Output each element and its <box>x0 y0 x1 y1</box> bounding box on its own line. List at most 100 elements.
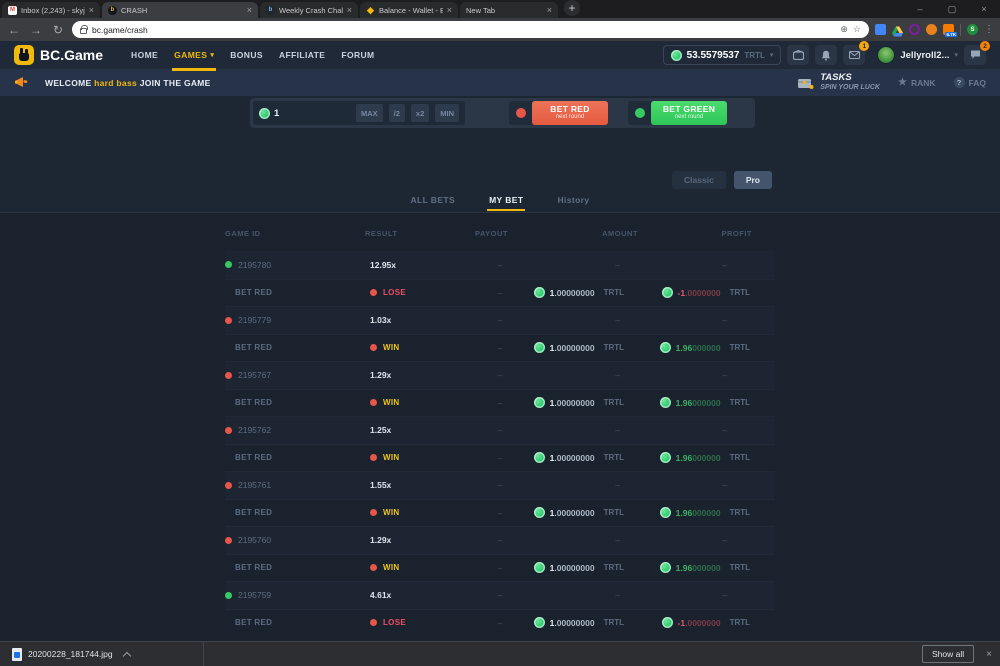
game-id: 2195761 <box>238 480 271 490</box>
extension-blue-icon[interactable] <box>875 24 886 35</box>
bets-tabs: ALL BETS MY BET History <box>0 190 1000 212</box>
tab-close-icon[interactable]: × <box>89 5 94 15</box>
nav-item-bonus[interactable]: BONUS <box>230 41 263 69</box>
bcgame-page: BC.Game HOME GAMES ▾ BONUS AFFILIATE FOR… <box>0 41 1000 641</box>
show-all-button[interactable]: Show all <box>922 645 974 663</box>
bcgame-logo-icon <box>14 45 34 65</box>
table-row-bet[interactable]: BET RED WIN – 1.00000000 TRTL 1.96000000… <box>225 334 775 362</box>
bcgame-logo[interactable]: BC.Game <box>14 45 103 65</box>
max-button[interactable]: MAX <box>356 104 383 122</box>
table-row-bet[interactable]: BET RED WIN – 1.00000000 TRTL 1.96000000… <box>225 554 775 582</box>
rank-link[interactable]: ★ RANK <box>898 77 936 88</box>
bookmark-star-icon[interactable]: ☆ <box>853 24 861 35</box>
extension-purple-icon[interactable] <box>909 24 920 35</box>
metamask-fox-icon[interactable] <box>926 24 937 35</box>
table-row-bet[interactable]: BET RED LOSE – 1.00000000 TRTL -1.000000… <box>225 279 775 307</box>
messages-button[interactable]: 1 <box>843 45 865 65</box>
table-row-game[interactable]: 2195760 1.29x – – – <box>225 526 775 554</box>
browser-tab-bar: M Inbox (2,243) - skyjones84@gma × b CRA… <box>0 0 1000 18</box>
browser-tab-crash[interactable]: b CRASH × <box>102 2 258 18</box>
tasks-link[interactable]: TASKS SPIN YOUR LUCK <box>796 73 880 92</box>
close-window-button[interactable]: × <box>968 0 1000 18</box>
double-button[interactable]: x2 <box>411 104 429 122</box>
table-row-game[interactable]: 2195761 1.55x – – – <box>225 471 775 499</box>
faq-link[interactable]: ? FAQ <box>954 77 986 88</box>
table-row-bet[interactable]: BET RED WIN – 1.00000000 TRTL 1.96000000… <box>225 444 775 472</box>
back-button[interactable]: ← <box>6 24 22 36</box>
tab-close-icon[interactable]: × <box>547 5 552 15</box>
browser-menu-icon[interactable]: ⋮ <box>984 24 994 35</box>
minimize-button[interactable]: – <box>904 0 936 18</box>
profit-empty: – <box>640 260 775 270</box>
table-row-bet[interactable]: BET RED WIN – 1.00000000 TRTL 1.96000000… <box>225 389 775 417</box>
green-dot-icon <box>635 108 645 118</box>
tab-history[interactable]: History <box>557 195 589 212</box>
game-result-dot-icon <box>225 537 232 544</box>
table-row-game[interactable]: 2195762 1.25x – – – <box>225 416 775 444</box>
amount-empty: – <box>530 480 640 490</box>
tab-close-icon[interactable]: × <box>447 5 452 15</box>
crash-multiplier: 1.29x <box>370 370 391 380</box>
currency-label: TRTL <box>730 618 750 627</box>
reload-button[interactable]: ↻ <box>50 24 66 36</box>
classic-mode-button[interactable]: Classic <box>672 171 726 189</box>
table-row-game[interactable]: 2195779 1.03x – – – <box>225 306 775 334</box>
nav-item-games[interactable]: GAMES ▾ <box>174 41 214 69</box>
address-bar[interactable]: bc.game/crash ⊕ ☆ <box>72 21 869 38</box>
my-bets-table: GAME ID RESULT PAYOUT AMOUNT PROFIT 2195… <box>225 213 775 641</box>
table-row-game[interactable]: 2195767 1.29x – – – <box>225 361 775 389</box>
trtl-coin-icon <box>660 507 671 518</box>
tab-close-icon[interactable]: × <box>347 5 352 15</box>
payout-empty: – <box>470 480 530 490</box>
col-amount: AMOUNT <box>530 229 640 251</box>
trtl-coin-icon <box>660 452 671 463</box>
half-button[interactable]: /2 <box>389 104 405 122</box>
bet-amount-input[interactable]: 1 <box>274 108 350 119</box>
tab-my-bet[interactable]: MY BET <box>489 195 523 212</box>
chat-button[interactable]: 2 <box>964 45 986 65</box>
nav-item-affiliate[interactable]: AFFILIATE <box>279 41 325 69</box>
page-info-icon[interactable]: ⊕ <box>840 24 848 35</box>
table-row-game[interactable]: 2195780 12.95x – – – <box>225 251 775 279</box>
bet-outcome: WIN <box>383 453 399 462</box>
site-header: BC.Game HOME GAMES ▾ BONUS AFFILIATE FOR… <box>0 41 1000 69</box>
table-row-bet[interactable]: BET RED WIN – 1.00000000 TRTL 1.96000000… <box>225 499 775 527</box>
bet-color-dot-icon <box>370 344 377 351</box>
table-row-game[interactable]: 2195759 4.61x – – – <box>225 581 775 609</box>
min-button[interactable]: MIN <box>435 104 459 122</box>
maximize-button[interactable]: ▢ <box>936 0 968 18</box>
trtl-coin-icon <box>662 617 673 628</box>
user-menu[interactable]: Jellyroll2... ▾ <box>877 46 958 64</box>
forward-button[interactable]: → <box>28 24 44 36</box>
pro-mode-button[interactable]: Pro <box>734 171 772 189</box>
currency-label: TRTL <box>730 453 750 462</box>
chevron-up-icon[interactable] <box>123 650 131 658</box>
extension-s-icon[interactable]: S <box>967 24 978 35</box>
game-result-dot-icon <box>225 427 232 434</box>
bet-profit: 1.96000000 <box>676 453 721 463</box>
amount-empty: – <box>530 535 640 545</box>
download-item[interactable]: 20200228_181744.jpg <box>8 642 135 666</box>
browser-tab-newtab[interactable]: New Tab × <box>460 2 558 18</box>
nav-item-home[interactable]: HOME <box>131 41 158 69</box>
bet-color-dot-icon <box>370 619 377 626</box>
browser-tab-forum[interactable]: b Weekly Crash Challenge - Red R × <box>260 2 358 18</box>
browser-tab-binance[interactable]: ◆ Balance - Wallet - Binance × <box>360 2 458 18</box>
close-shelf-icon[interactable]: × <box>986 649 992 660</box>
balance-selector[interactable]: 53.5579537 TRTL ▾ <box>663 45 782 65</box>
notifications-button[interactable] <box>815 45 837 65</box>
tab-close-icon[interactable]: × <box>247 5 252 15</box>
bet-red-button[interactable]: BET RED next round <box>532 101 608 125</box>
binance-favicon-icon: ◆ <box>366 6 375 15</box>
url-text[interactable]: bc.game/crash <box>92 25 835 35</box>
extension-orange-icon[interactable]: 6.7K <box>943 24 954 35</box>
bet-green-button[interactable]: BET GREEN next round <box>651 101 727 125</box>
extension-drive-icon[interactable] <box>892 24 903 35</box>
file-icon <box>12 648 22 661</box>
wallet-button[interactable] <box>787 45 809 65</box>
browser-tab-inbox[interactable]: M Inbox (2,243) - skyjones84@gma × <box>2 2 100 18</box>
table-row-bet[interactable]: BET RED LOSE – 1.00000000 TRTL -1.000000… <box>225 609 775 637</box>
new-tab-button[interactable]: + <box>564 0 580 16</box>
nav-item-forum[interactable]: FORUM <box>341 41 374 69</box>
tab-all-bets[interactable]: ALL BETS <box>410 195 455 212</box>
